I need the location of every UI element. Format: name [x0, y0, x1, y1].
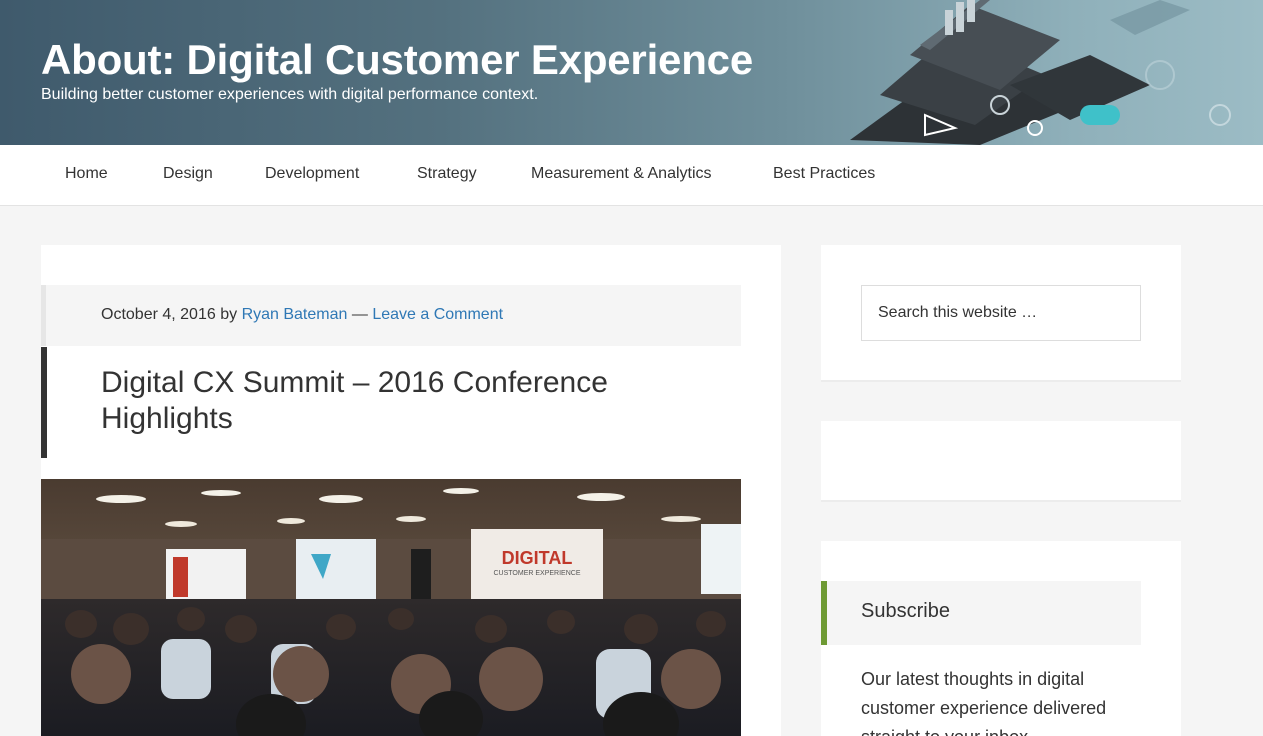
nav-item-home[interactable]: Home	[65, 165, 108, 183]
byline-label: by	[220, 306, 238, 323]
subscribe-text: Our latest thoughts in digital customer …	[861, 669, 1107, 736]
search-widget	[821, 245, 1181, 382]
nav-item-development[interactable]: Development	[265, 165, 359, 183]
post-date: October 4, 2016	[101, 306, 216, 323]
site-description: Building better customer experiences wit…	[41, 86, 539, 103]
author-link[interactable]: Ryan Bateman	[242, 306, 348, 323]
leave-comment-link[interactable]: Leave a Comment	[372, 306, 503, 323]
subscribe-title: Subscribe	[821, 581, 1141, 645]
nav-item-design[interactable]: Design	[163, 165, 213, 183]
featured-image[interactable]: DIGITAL CUSTOMER EXPERIENCE	[41, 479, 741, 736]
nav-item-strategy[interactable]: Strategy	[417, 165, 477, 183]
nav-item-best-practices[interactable]: Best Practices	[773, 165, 875, 183]
header-illustration	[850, 0, 1231, 145]
site-title[interactable]: About: Digital Customer Experience	[41, 36, 753, 84]
search-input[interactable]	[861, 285, 1141, 341]
entry-meta: October 4, 2016 by Ryan Bateman — Leave …	[41, 285, 741, 346]
site-header: About: Digital Customer Experience Build…	[0, 0, 1263, 145]
main-navigation: Home Design Development Strategy Measure…	[0, 145, 1263, 206]
subscribe-widget: Subscribe Our latest thoughts in digital…	[821, 541, 1181, 736]
main-content: October 4, 2016 by Ryan Bateman — Leave …	[41, 245, 781, 736]
meta-separator: —	[351, 306, 368, 323]
empty-widget	[821, 421, 1181, 502]
banner-subtitle-text: CUSTOMER EXPERIENCE	[494, 570, 581, 577]
banner-title-text: DIGITAL	[502, 548, 573, 568]
post-title[interactable]: Digital CX Summit – 2016 Conference High…	[41, 347, 741, 458]
nav-item-measurement-analytics[interactable]: Measurement & Analytics	[531, 165, 712, 183]
